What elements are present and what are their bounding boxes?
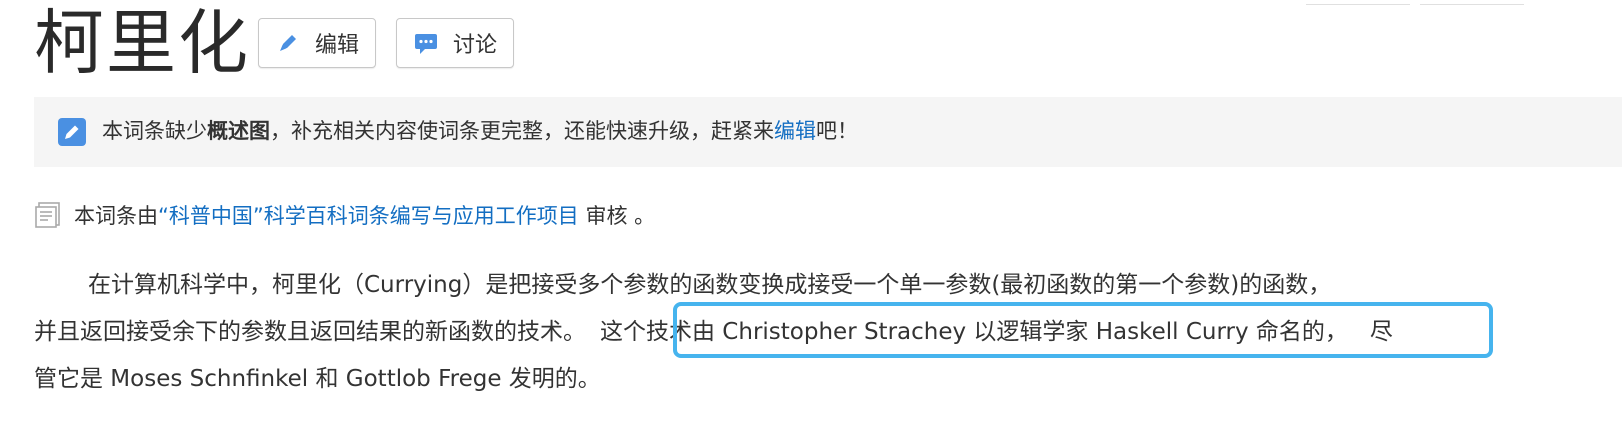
paragraph-text: 在计算机科学中，柯里化（Currying）是把接受多个参数的函数变换成接受一个单… (88, 272, 1332, 298)
paragraph-line: 在计算机科学中，柯里化（Currying）是把接受多个参数的函数变换成接受一个单… (34, 262, 1622, 309)
discuss-button-label: 讨论 (453, 33, 498, 58)
paragraph-line: 管它是 Moses Schnfinkel 和 Gottlob Frege 发明的… (34, 356, 1622, 403)
paragraph-text: 并且返回接受余下的参数且返回结果的新函数的技术。 (34, 319, 586, 345)
edit-button[interactable]: 编辑 (258, 18, 376, 68)
notice-suffix: 吧！ (816, 119, 858, 143)
page-title: 柯里化 (34, 2, 250, 84)
highlighted-sentence: 这个技术由 Christopher Strachey 以逻辑学家 Haskell… (600, 319, 1348, 345)
top-edge-divider (1420, 0, 1524, 5)
notice-text: 本词条缺少概述图，补充相关内容使词条更完整，还能快速升级，赶紧来编辑吧！ (102, 116, 858, 146)
baike-article-page: 柯里化 编辑 讨论 本词条缺少概述图，补充相关内容使词条更完整，还能快速升级，赶… (0, 0, 1622, 438)
edit-button-label: 编辑 (315, 33, 360, 58)
notice-middle: ，补充相关内容使词条更完整，还能快速升级，赶紧来 (270, 119, 774, 143)
notice-edit-link[interactable]: 编辑 (774, 119, 816, 143)
paragraph-text: 管它是 Moses Schnfinkel 和 Gottlob Frege 发明的… (34, 366, 601, 392)
missing-overview-notice: 本词条缺少概述图，补充相关内容使词条更完整，还能快速升级，赶紧来编辑吧！ (34, 97, 1622, 167)
document-icon (35, 202, 60, 228)
discuss-button[interactable]: 讨论 (396, 18, 514, 68)
article-paragraph: 在计算机科学中，柯里化（Currying）是把接受多个参数的函数变换成接受一个单… (34, 262, 1622, 403)
chat-bubble-icon (415, 34, 437, 54)
review-prefix: 本词条由 (74, 204, 158, 228)
pencil-badge-icon (58, 118, 86, 146)
pencil-icon (280, 35, 296, 51)
notice-bold: 概述图 (207, 119, 270, 143)
paragraph-text: 尽 (1369, 319, 1393, 345)
notice-prefix: 本词条缺少 (102, 119, 207, 143)
paragraph-line: 并且返回接受余下的参数且返回结果的新函数的技术。 这个技术由 Christophe… (34, 309, 1622, 356)
review-project-link[interactable]: “科普中国”科学百科词条编写与应用工作项目 (158, 200, 579, 230)
review-suffix: 审核 。 (578, 204, 656, 228)
review-credit: 本词条由 “科普中国”科学百科词条编写与应用工作项目 审核 。 (34, 199, 655, 231)
top-edge-divider (1306, 0, 1410, 5)
